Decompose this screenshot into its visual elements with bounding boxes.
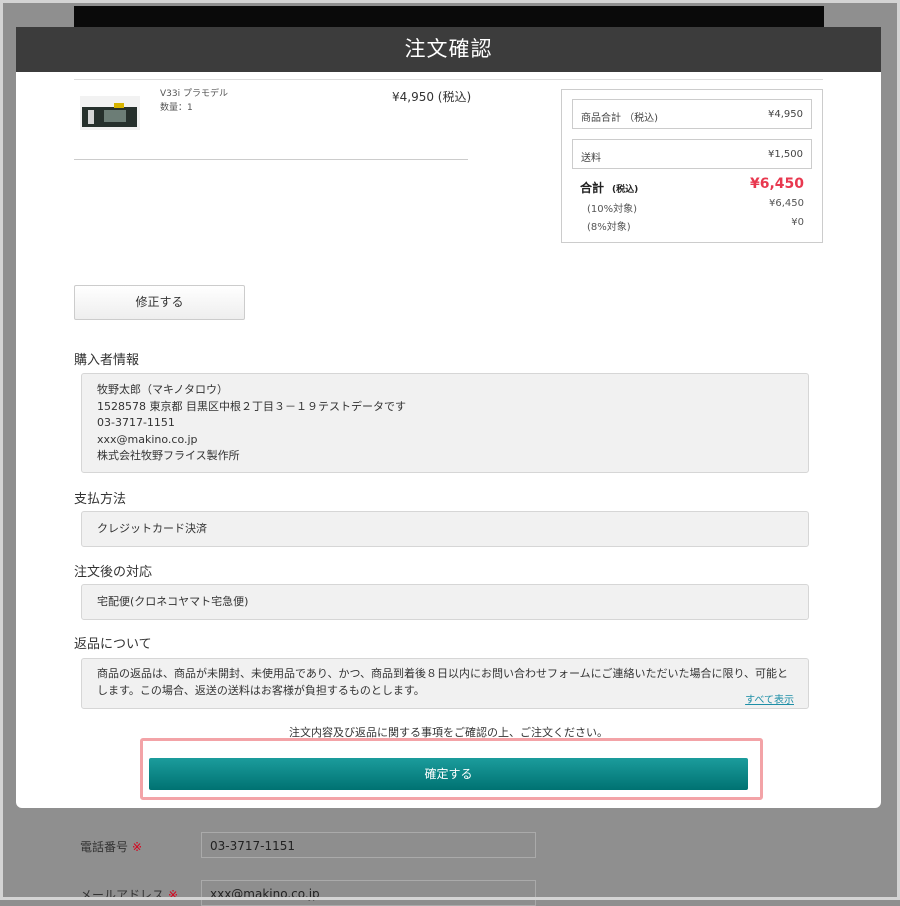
total-value: ¥6,450 [749, 176, 804, 192]
buyer-name: 牧野太郎（マキノタロウ） [97, 383, 229, 396]
tax10-label: (10%対象) [587, 204, 638, 215]
divider [74, 79, 823, 80]
total-label: 合計 (税込) [580, 181, 639, 195]
divider [74, 159, 468, 160]
order-confirm-modal: 注文確認 V33i プラモデル 数量：1 ¥4,950 (税込) 商品合計 （税… [16, 27, 881, 808]
modal-title: 注文確認 [16, 27, 881, 72]
phone-input[interactable]: 03-3717-1151 [201, 832, 536, 858]
shipping-value: ¥1,500 [768, 149, 803, 160]
product-price: ¥4,950 (税込) [392, 90, 472, 104]
payment-value: クレジットカード決済 [97, 522, 207, 535]
tax8-label: (8%対象) [587, 222, 631, 233]
product-thumbnail [80, 96, 140, 130]
email-row-label: メールアドレス ※ [80, 886, 178, 903]
buyer-phone: 03-3717-1151 [97, 416, 175, 429]
returns-title: 返品について [74, 637, 152, 652]
returns-box: 商品の返品は、商品が未開封、未使用品であり、かつ、商品到着後８日以内にお問い合わ… [81, 658, 809, 709]
payment-title: 支払方法 [74, 492, 127, 507]
email-input[interactable]: xxx@makino.co.jp [201, 880, 536, 906]
returns-text-line1: 商品の返品は、商品が未開封、未使用品であり、かつ、商品到着後８日以内にお問い合わ… [97, 667, 789, 680]
subtotal-value: ¥4,950 [768, 109, 803, 120]
product-quantity: 数量：1 [160, 103, 193, 113]
subtotal-label: 商品合計 （税込) [581, 113, 659, 124]
required-mark: ※ [132, 840, 143, 854]
shipping-row: 送料 ¥1,500 [572, 139, 812, 169]
top-black-bar [74, 6, 824, 28]
payment-box: クレジットカード決済 [81, 511, 809, 547]
buyer-info-box: 牧野太郎（マキノタロウ） 1528578 東京都 目黒区中根２丁目３－１９テスト… [81, 373, 809, 473]
after-order-title: 注文後の対応 [74, 565, 153, 580]
product-name: V33i プラモデル [160, 89, 228, 99]
confirm-order-button[interactable]: 確定する [149, 758, 748, 790]
returns-text-line2: します。この場合、返送の送料はお客様が負担するものとします。 [97, 683, 425, 697]
phone-label: 電話番号 [80, 840, 129, 854]
total-tax-note: (税込) [612, 185, 639, 195]
subtotal-row: 商品合計 （税込) ¥4,950 [572, 99, 812, 129]
tax10-value: ¥6,450 [769, 198, 804, 209]
order-summary: 商品合計 （税込) ¥4,950 送料 ¥1,500 合計 (税込) ¥6,450… [561, 89, 823, 243]
show-all-link[interactable]: すべて表示 [745, 691, 794, 706]
buyer-address: 1528578 東京都 目黒区中根２丁目３－１９テストデータです [97, 399, 406, 413]
tax8-value: ¥0 [791, 217, 804, 228]
buyer-company: 株式会社牧野フライス製作所 [97, 449, 240, 462]
phone-row-label: 電話番号 ※ [80, 838, 142, 855]
after-order-value: 宅配便(クロネコヤマト宅急便) [97, 595, 249, 608]
buyer-info-title: 購入者情報 [74, 353, 140, 368]
buyer-email: xxx@makino.co.jp [97, 432, 198, 446]
after-order-box: 宅配便(クロネコヤマト宅急便) [81, 584, 809, 620]
modify-button[interactable]: 修正する [74, 285, 245, 320]
shipping-label: 送料 [581, 153, 601, 164]
